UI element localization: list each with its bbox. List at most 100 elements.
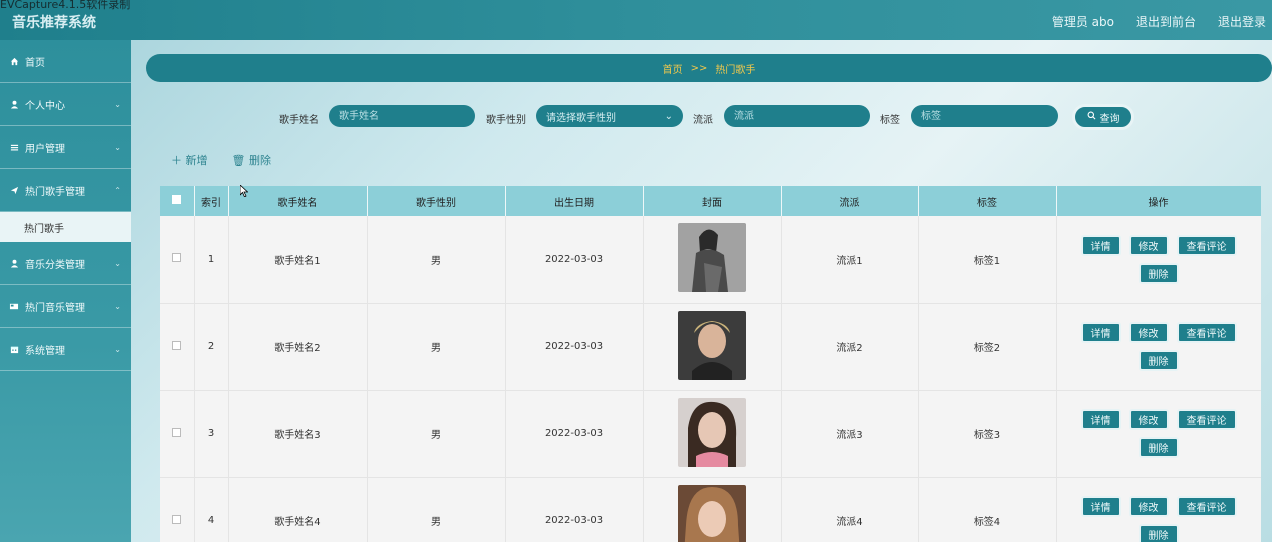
delete-button[interactable]: 删除: [1138, 262, 1179, 284]
header-actions: 管理员 abo 退出到前台 退出登录: [1052, 13, 1266, 30]
birth-cell: 2022-03-03: [505, 390, 644, 478]
batch-delete-button[interactable]: 🗑 删除: [232, 152, 271, 168]
operations-cell: 详情 修改 查看评论 删除: [1056, 303, 1261, 391]
sidebar-item-hot-music-management[interactable]: 热门音乐管理 ⌄: [0, 285, 131, 328]
user-icon: [9, 99, 19, 109]
operations-cell: 详情 修改 查看评论 删除: [1056, 216, 1261, 304]
admin-label: 管理员 abo: [1051, 15, 1114, 29]
sidebar-item-user-management[interactable]: 用户管理 ⌄: [0, 126, 131, 169]
send-icon: [9, 185, 19, 195]
table-actions: ＋ 新增 🗑 删除: [171, 152, 271, 168]
sidebar-item-label: 用户管理: [25, 143, 65, 155]
row-select-cell: [160, 303, 195, 391]
birth-cell: 2022-03-03: [505, 303, 644, 391]
detail-button[interactable]: 详情: [1080, 234, 1121, 256]
cover-cell: [643, 303, 782, 391]
index-cell: 4: [194, 477, 229, 542]
gender-cell: 男: [367, 303, 506, 391]
select-all-checkbox[interactable]: [172, 195, 182, 204]
search-bar: 歌手姓名 歌手性别 请选择歌手性别 ⌄ 流派 标签 查询: [131, 104, 1272, 130]
edit-button[interactable]: 修改: [1128, 496, 1169, 517]
singer-gender-select[interactable]: 请选择歌手性别 ⌄: [536, 105, 683, 127]
trash-icon: 🗑: [231, 154, 246, 167]
main-content: 首页 >> 热门歌手 歌手姓名 歌手性别 请选择歌手性别 ⌄ 流派 标签 查询 …: [131, 40, 1272, 542]
app-title: 音乐推荐系统: [12, 15, 96, 31]
column-header: 歌手姓名: [228, 186, 368, 216]
column-header: 流派: [781, 186, 919, 216]
view-comments-button[interactable]: 查看评论: [1176, 496, 1237, 517]
row-select-cell: [160, 216, 195, 304]
singer-name-input[interactable]: [329, 105, 475, 127]
birth-cell: 2022-03-03: [505, 216, 644, 304]
operations-cell: 详情 修改 查看评论 删除: [1056, 390, 1261, 478]
users-icon: [9, 142, 19, 152]
name-cell: 歌手姓名4: [228, 477, 368, 542]
genre-label: 流派: [693, 115, 713, 126]
breadcrumb-home[interactable]: 首页: [663, 61, 683, 76]
genre-cell: 流派1: [781, 216, 919, 304]
genre-cell: 流派4: [781, 477, 919, 542]
column-header: 操作: [1056, 186, 1261, 216]
chevron-down-icon: ⌄: [114, 301, 121, 311]
chevron-down-icon: ⌄: [114, 258, 121, 268]
operations-cell: 详情 修改 查看评论 删除: [1056, 477, 1261, 542]
detail-button[interactable]: 详情: [1080, 496, 1121, 517]
sidebar-item-music-category-management[interactable]: 音乐分类管理 ⌄: [0, 242, 131, 285]
column-header: 索引: [194, 186, 229, 216]
plus-icon: ＋: [171, 154, 182, 167]
tag-input[interactable]: [911, 105, 1058, 127]
sidebar: 首页 个人中心 ⌄ 用户管理 ⌄ 热门歌手管理 ⌃ 热门歌手 音乐分类管理 ⌄ …: [0, 40, 131, 542]
gender-select-placeholder: 请选择歌手性别: [546, 112, 616, 124]
singer-gender-label: 歌手性别: [486, 115, 526, 126]
chevron-down-icon: ⌄: [114, 142, 121, 152]
row-select-cell: [160, 477, 195, 542]
sidebar-item-home[interactable]: 首页: [0, 40, 131, 83]
delete-button[interactable]: 删除: [1138, 350, 1179, 371]
card-icon: [9, 301, 19, 311]
row-select-cell: [160, 390, 195, 478]
gender-cell: 男: [367, 390, 506, 478]
home-icon: [9, 56, 19, 66]
add-button[interactable]: ＋ 新增: [171, 152, 208, 168]
column-header: 封面: [643, 186, 782, 216]
recording-watermark: EVCapture4.1.5软件录制: [0, 0, 131, 11]
breadcrumb-separator: >>: [690, 62, 708, 74]
query-button[interactable]: 查询: [1072, 104, 1134, 130]
edit-button[interactable]: 修改: [1128, 234, 1169, 256]
table-row: 3 歌手姓名3 男 2022-03-03 流派3 标签3 详情 修改 查看评论 …: [160, 390, 1261, 478]
sidebar-subitem-hot-singer[interactable]: 热门歌手: [0, 212, 131, 242]
view-comments-button[interactable]: 查看评论: [1176, 409, 1237, 430]
view-comments-button[interactable]: 查看评论: [1176, 234, 1237, 256]
sidebar-item-system-management[interactable]: 系统管理 ⌄: [0, 328, 131, 371]
back-to-frontend-link[interactable]: 退出到前台: [1136, 13, 1196, 30]
view-comments-button[interactable]: 查看评论: [1176, 322, 1237, 343]
logout-link[interactable]: 退出登录: [1218, 13, 1266, 30]
sidebar-item-personal-center[interactable]: 个人中心 ⌄: [0, 83, 131, 126]
detail-button[interactable]: 详情: [1080, 409, 1121, 430]
cover-cell: [643, 390, 782, 478]
edit-button[interactable]: 修改: [1128, 322, 1169, 343]
row-checkbox[interactable]: [172, 427, 182, 437]
table-row: 2 歌手姓名2 男 2022-03-03 流派2 标签2 详情 修改 查看评论 …: [160, 303, 1261, 391]
detail-button[interactable]: 详情: [1080, 322, 1121, 343]
delete-button[interactable]: 删除: [1138, 524, 1179, 542]
sidebar-item-hot-singer-management[interactable]: 热门歌手管理 ⌃: [0, 169, 131, 212]
sidebar-item-label: 系统管理: [25, 345, 65, 357]
tag-cell: 标签4: [918, 477, 1057, 542]
delete-button[interactable]: 删除: [1138, 437, 1179, 458]
row-checkbox[interactable]: [172, 514, 182, 524]
singer-cover-image: [678, 484, 746, 542]
row-checkbox[interactable]: [172, 253, 182, 263]
table-row: 4 歌手姓名4 男 2022-03-03 流派4 标签4 详情 修改 查看评论 …: [160, 477, 1261, 542]
name-cell: 歌手姓名2: [228, 303, 368, 391]
edit-button[interactable]: 修改: [1128, 409, 1169, 430]
genre-input[interactable]: [724, 105, 870, 127]
breadcrumb-current: 热门歌手: [715, 64, 756, 76]
sidebar-item-label: 个人中心: [25, 100, 65, 112]
genre-cell: 流派2: [781, 303, 919, 391]
birth-cell: 2022-03-03: [505, 477, 644, 542]
breadcrumb: 首页 >> 热门歌手: [146, 54, 1272, 82]
index-cell: 1: [194, 216, 229, 304]
chevron-up-icon: ⌃: [114, 185, 121, 195]
row-checkbox[interactable]: [172, 340, 182, 350]
